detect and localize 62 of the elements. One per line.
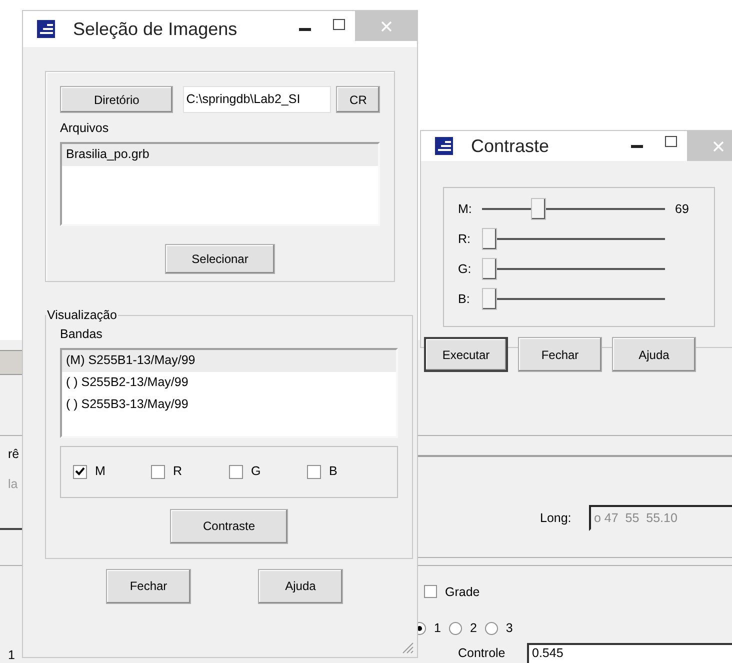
slider-label: R: xyxy=(458,230,472,248)
dialog-button[interactable]: Fechar xyxy=(518,337,602,372)
maximize-icon[interactable] xyxy=(665,136,677,146)
slider-label: M: xyxy=(458,200,473,218)
maximize-icon[interactable] xyxy=(333,18,345,30)
contrast-button[interactable]: Contraste xyxy=(170,508,288,544)
controle-field[interactable]: 0.545 xyxy=(527,643,732,663)
slider-thumb[interactable] xyxy=(482,258,497,280)
slider-value: 69 xyxy=(675,200,689,218)
close-icon xyxy=(380,20,392,32)
partial-label: rê xyxy=(8,446,20,463)
long-label: Long: xyxy=(540,510,572,527)
radio-label: 3 xyxy=(506,620,513,637)
close-icon xyxy=(712,140,724,152)
checkbox-label: R xyxy=(173,463,182,480)
grade-label: Grade xyxy=(445,584,480,601)
radio-button[interactable] xyxy=(484,622,498,635)
directory-button[interactable]: Diretório xyxy=(60,86,174,113)
path-field[interactable]: C:\springdb\Lab2_SI xyxy=(183,86,332,113)
slider-thumb[interactable] xyxy=(530,198,546,220)
radio-label: 2 xyxy=(470,620,477,637)
checkbox[interactable] xyxy=(307,464,321,478)
checkbox-label: G xyxy=(251,463,261,480)
controle-label: Controle xyxy=(458,646,506,660)
cr-button[interactable]: CR xyxy=(336,86,380,113)
dialog-button[interactable]: Fechar xyxy=(106,568,191,604)
slider-track[interactable] xyxy=(482,288,665,310)
radio-label: 1 xyxy=(434,620,441,637)
slider-track[interactable] xyxy=(482,258,665,280)
partial-label: la xyxy=(8,476,18,493)
window-title: Seleção de Imagens xyxy=(73,18,238,41)
checkbox[interactable] xyxy=(424,585,437,598)
group-legend: Visualização xyxy=(46,306,118,325)
dialog-button[interactable]: Ajuda xyxy=(612,337,696,372)
slider-track[interactable] xyxy=(482,198,665,220)
slider-thumb[interactable] xyxy=(482,228,497,250)
slider-thumb[interactable] xyxy=(482,288,497,310)
list-item[interactable]: Brasilia_po.grb xyxy=(62,144,378,166)
slider-track[interactable] xyxy=(482,228,665,250)
radio-button[interactable] xyxy=(448,622,462,635)
resize-grip-icon[interactable] xyxy=(402,642,414,654)
partial-label: 1 xyxy=(8,647,15,663)
checkbox[interactable] xyxy=(229,464,243,478)
checkbox-label: M xyxy=(95,463,106,480)
window-title: Contraste xyxy=(471,134,550,158)
dialog-button[interactable]: Executar xyxy=(424,337,508,372)
slider-label: B: xyxy=(458,290,471,308)
slider-label: G: xyxy=(458,260,472,278)
checkbox[interactable] xyxy=(151,464,165,478)
minimize-icon[interactable] xyxy=(631,144,643,148)
bands-label: Bandas xyxy=(60,326,102,343)
header-strip xyxy=(0,350,22,375)
select-button[interactable]: Selecionar xyxy=(165,244,275,274)
checkbox-label: B xyxy=(329,463,338,480)
dialog-button[interactable]: Ajuda xyxy=(258,568,343,604)
app-icon xyxy=(435,137,453,155)
minimize-icon[interactable] xyxy=(299,28,311,30)
checkbox[interactable] xyxy=(73,464,87,478)
check-icon xyxy=(75,467,85,476)
list-item[interactable]: (M) S255B1-13/May/99 xyxy=(62,350,396,372)
app-icon xyxy=(37,20,55,38)
files-label: Arquivos xyxy=(60,120,109,137)
